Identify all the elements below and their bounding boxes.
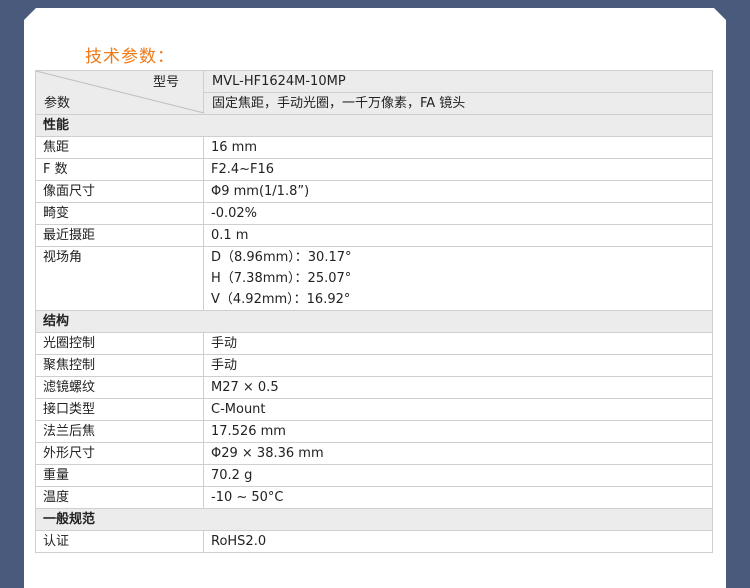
spec-card: 技术参数： 型号 参数 MVL-HF1624M-10MP 固定焦距，手动光圈，一… — [24, 8, 726, 588]
table-row: 重量 70.2 g — [35, 464, 713, 487]
row-label: 法兰后焦 — [35, 420, 204, 443]
row-label: 像面尺寸 — [35, 180, 204, 203]
row-value: -10 ~ 50°C — [203, 486, 713, 509]
row-label: 滤镜螺纹 — [35, 376, 204, 399]
header-value-cell: MVL-HF1624M-10MP 固定焦距，手动光圈，一千万像素，FA 镜头 — [203, 70, 713, 115]
row-value: 0.1 m — [203, 224, 713, 247]
row-value: 手动 — [203, 332, 713, 355]
row-value: 手动 — [203, 354, 713, 377]
param-label: 参数 — [44, 95, 71, 111]
section-title: 性能 — [35, 114, 713, 137]
fov-horizontal: H（7.38mm）：25.07° — [211, 271, 352, 286]
fov-vertical: V（4.92mm）：16.92° — [211, 292, 351, 307]
table-row-fov: 视场角 D（8.96mm）：30.17° H（7.38mm）：25.07° V（… — [35, 246, 713, 311]
row-label: 光圈控制 — [35, 332, 204, 355]
row-value: F2.4~F16 — [203, 158, 713, 181]
table-row: 接口类型 C-Mount — [35, 398, 713, 421]
row-label: 焦距 — [35, 136, 204, 159]
row-value: 16 mm — [203, 136, 713, 159]
table-row: F 数 F2.4~F16 — [35, 158, 713, 181]
table-row: 认证 RoHS2.0 — [35, 530, 713, 553]
page-title: 技术参数： — [85, 47, 175, 67]
section-row-general: 一般规范 — [35, 508, 713, 531]
row-label: 认证 — [35, 530, 204, 553]
row-label: 最近摄距 — [35, 224, 204, 247]
row-label: 视场角 — [35, 246, 204, 311]
row-label: 重量 — [35, 464, 204, 487]
table-row: 滤镜螺纹 M27 × 0.5 — [35, 376, 713, 399]
section-row-performance: 性能 — [35, 114, 713, 137]
row-value: -0.02% — [203, 202, 713, 225]
fov-diagonal: D（8.96mm）：30.17° — [211, 250, 352, 265]
row-value: 17.526 mm — [203, 420, 713, 443]
row-value: Φ29 × 38.36 mm — [203, 442, 713, 465]
row-label: 畸变 — [35, 202, 204, 225]
fov-label: 视场角 — [43, 250, 83, 265]
row-label: 温度 — [35, 486, 204, 509]
row-value: Φ9 mm(1/1.8”) — [203, 180, 713, 203]
section-title: 一般规范 — [35, 508, 713, 531]
section-title: 结构 — [35, 310, 713, 333]
row-value: RoHS2.0 — [203, 530, 713, 553]
table-row: 温度 -10 ~ 50°C — [35, 486, 713, 509]
row-label: F 数 — [35, 158, 204, 181]
table-header-row: 型号 参数 MVL-HF1624M-10MP 固定焦距，手动光圈，一千万像素，F… — [35, 70, 713, 115]
table-row: 焦距 16 mm — [35, 136, 713, 159]
row-label: 聚焦控制 — [35, 354, 204, 377]
row-label: 接口类型 — [35, 398, 204, 421]
row-value: C-Mount — [203, 398, 713, 421]
model-value: MVL-HF1624M-10MP — [204, 71, 712, 93]
row-value: 70.2 g — [203, 464, 713, 487]
header-diagonal-cell: 型号 参数 — [35, 70, 204, 115]
model-label: 型号 — [152, 74, 179, 90]
table-row: 光圈控制 手动 — [35, 332, 713, 355]
table-row: 外形尺寸 Φ29 × 38.36 mm — [35, 442, 713, 465]
row-label: 外形尺寸 — [35, 442, 204, 465]
param-value: 固定焦距，手动光圈，一千万像素，FA 镜头 — [212, 96, 466, 111]
table-row: 聚焦控制 手动 — [35, 354, 713, 377]
section-row-structure: 结构 — [35, 310, 713, 333]
table-row: 最近摄距 0.1 m — [35, 224, 713, 247]
row-value: M27 × 0.5 — [203, 376, 713, 399]
spec-table: 型号 参数 MVL-HF1624M-10MP 固定焦距，手动光圈，一千万像素，F… — [35, 70, 713, 553]
table-row: 畸变 -0.02% — [35, 202, 713, 225]
table-row: 像面尺寸 Φ9 mm(1/1.8”) — [35, 180, 713, 203]
table-row: 法兰后焦 17.526 mm — [35, 420, 713, 443]
fov-values: D（8.96mm）：30.17° H（7.38mm）：25.07° V（4.92… — [203, 246, 713, 311]
